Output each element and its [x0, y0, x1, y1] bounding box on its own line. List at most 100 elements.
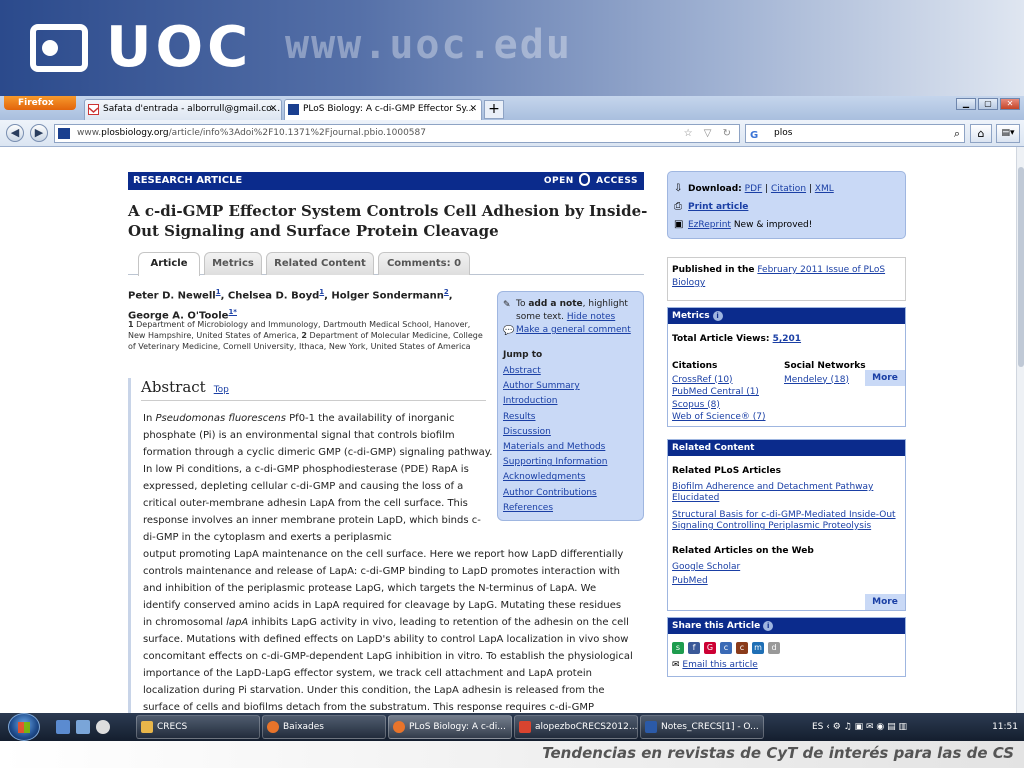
- language-indicator[interactable]: ES: [812, 722, 823, 732]
- author-name: Peter D. Newell: [128, 290, 216, 302]
- info-icon[interactable]: i: [763, 620, 774, 631]
- home-icon[interactable]: ⌂: [970, 124, 992, 143]
- google-bookmarks-icon[interactable]: G: [704, 642, 716, 654]
- tab-gmail[interactable]: Safata d'entrada - alborrull@gmail.co...…: [84, 99, 282, 120]
- vertical-scrollbar[interactable]: [1016, 147, 1024, 713]
- taskbar-item-crecs[interactable]: CRECS: [136, 715, 260, 739]
- pubmed-link[interactable]: PubMed: [668, 576, 905, 587]
- taskbar-item-plos[interactable]: PLoS Biology: A c-di...: [388, 715, 512, 739]
- info-icon[interactable]: i: [712, 310, 723, 321]
- top-link[interactable]: Top: [214, 385, 229, 395]
- related-content-panel: Related Content Related PLoS Articles Bi…: [667, 439, 906, 611]
- system-tray: ES ‹ ⚙ ♫ ▣ ✉ ◉ ▤ ▥: [812, 717, 907, 737]
- web-of-science-link[interactable]: Web of Science® (7): [672, 411, 766, 424]
- url-input[interactable]: www.plosbiology.org/article/info%3Adoi%2…: [54, 124, 740, 143]
- taskbar-label: Baixades: [283, 722, 324, 732]
- abstract-run: Pf0-1 the availability of inorganic phos…: [143, 413, 493, 543]
- share-header: Share this Article i: [668, 618, 905, 634]
- scrollbar-thumb[interactable]: [1018, 167, 1024, 367]
- uoc-logo-text: UOC: [106, 15, 253, 80]
- jump-to-heading: Jump to: [503, 350, 543, 360]
- share-title: Share this Article: [672, 621, 761, 631]
- taskbar-item-alopezbo[interactable]: alopezboCRECS2012...: [514, 715, 638, 739]
- related-plos-link[interactable]: Structural Basis for c-di-GMP-Mediated I…: [668, 510, 905, 532]
- jump-link-abstract[interactable]: Abstract: [503, 364, 638, 379]
- mendeley-share-icon[interactable]: m: [752, 642, 764, 654]
- related-more-button[interactable]: More: [865, 594, 905, 610]
- new-tab-button[interactable]: +: [484, 100, 504, 119]
- author-affil-link[interactable]: 2: [444, 288, 449, 296]
- general-comment-link[interactable]: Make a general comment: [516, 325, 631, 335]
- jump-link-contributions[interactable]: Author Contributions: [503, 486, 638, 501]
- bookmark-star-icon[interactable]: ☆ ▽ ↻: [684, 125, 735, 142]
- start-button-icon[interactable]: [8, 713, 40, 741]
- google-scholar-link[interactable]: Google Scholar: [668, 562, 905, 573]
- connotea-icon[interactable]: c: [736, 642, 748, 654]
- facebook-icon[interactable]: f: [688, 642, 700, 654]
- pdf-link[interactable]: PDF: [745, 184, 763, 194]
- author-affil-link[interactable]: 1*: [228, 308, 237, 316]
- tray-icons[interactable]: ‹ ⚙ ♫ ▣ ✉ ◉ ▤ ▥: [826, 722, 907, 732]
- related-plos-link[interactable]: Biofilm Adherence and Detachment Pathway…: [668, 482, 905, 504]
- close-window-icon[interactable]: ✕: [1000, 98, 1020, 110]
- firefox-menu-button[interactable]: Firefox: [4, 96, 76, 110]
- gene-name: lapA: [226, 617, 249, 628]
- uoc-url-text: www.uoc.edu: [285, 22, 572, 68]
- author-affil-link[interactable]: 1: [216, 288, 221, 296]
- mendeley-link[interactable]: Mendeley (18): [784, 374, 866, 387]
- open-access-badge: OPEN ACCESS: [544, 172, 638, 190]
- hide-notes-link[interactable]: Hide notes: [567, 312, 615, 322]
- forward-icon[interactable]: ▶: [30, 124, 48, 142]
- maximize-icon[interactable]: ▢: [978, 98, 998, 110]
- jump-link-methods[interactable]: Materials and Methods: [503, 440, 638, 455]
- xml-link[interactable]: XML: [815, 184, 834, 194]
- tab-article[interactable]: Article: [138, 252, 200, 276]
- tab-comments[interactable]: Comments: 0: [378, 252, 470, 275]
- word-icon: [645, 721, 657, 733]
- close-icon[interactable]: ✕: [269, 100, 277, 119]
- email-article-link[interactable]: Email this article: [682, 660, 757, 670]
- web-page: RESEARCH ARTICLE OPEN ACCESS A c-di-GMP …: [0, 147, 1024, 713]
- jump-link-author-summary[interactable]: Author Summary: [503, 379, 638, 394]
- jump-link-supporting[interactable]: Supporting Information: [503, 455, 638, 470]
- citation-link[interactable]: Citation: [771, 184, 806, 194]
- reprint-icon: ▣: [674, 219, 684, 230]
- pubmed-central-link[interactable]: PubMed Central (1): [672, 386, 766, 399]
- metrics-more-button[interactable]: More: [865, 370, 905, 386]
- delicious-icon[interactable]: d: [768, 642, 780, 654]
- citeulike-icon[interactable]: c: [720, 642, 732, 654]
- citations-column: Citations CrossRef (10) PubMed Central (…: [672, 360, 766, 424]
- taskbar-item-notes[interactable]: Notes_CRECS[1] - O...: [640, 715, 764, 739]
- tab-related-content[interactable]: Related Content: [266, 252, 374, 275]
- tab-plos[interactable]: PLoS Biology: A c-di-GMP Effector Sy... …: [284, 99, 482, 120]
- stumbleupon-icon[interactable]: s: [672, 642, 684, 654]
- ezreprint-link[interactable]: EzReprint: [688, 220, 731, 230]
- comment-icon: 💬: [503, 326, 515, 336]
- quicklaunch-icon[interactable]: [96, 720, 110, 734]
- jump-link-acknowledgments[interactable]: Acknowledgments: [503, 470, 638, 485]
- scopus-link[interactable]: Scopus (8): [672, 399, 766, 412]
- tab-metrics[interactable]: Metrics: [204, 252, 262, 275]
- back-icon[interactable]: ◀: [6, 124, 24, 142]
- taskbar-label: alopezboCRECS2012...: [535, 722, 638, 732]
- total-views-link[interactable]: 5,201: [773, 334, 801, 344]
- jump-link-references[interactable]: References: [503, 501, 638, 516]
- print-article-link[interactable]: Print article: [688, 202, 748, 212]
- taskbar-item-baixades[interactable]: Baixades: [262, 715, 386, 739]
- search-icon[interactable]: ⌕: [954, 125, 960, 142]
- author-name: Holger Sondermann: [331, 290, 444, 302]
- menu-icon[interactable]: ▤▾: [996, 124, 1020, 143]
- switch-windows-icon[interactable]: [76, 720, 90, 734]
- jump-link-introduction[interactable]: Introduction: [503, 394, 638, 409]
- clock[interactable]: 11:51: [992, 717, 1018, 737]
- share-panel: Share this Article i s f G c c m d ✉ Emai…: [667, 617, 906, 677]
- show-desktop-icon[interactable]: [56, 720, 70, 734]
- jump-link-discussion[interactable]: Discussion: [503, 425, 638, 440]
- close-icon[interactable]: ✕: [469, 100, 477, 119]
- author-affil-link[interactable]: 1: [319, 288, 324, 296]
- related-plos-title: Related PLoS Articles: [672, 466, 781, 476]
- search-input[interactable]: G plos ⌕: [745, 124, 965, 143]
- crossref-link[interactable]: CrossRef (10): [672, 374, 766, 387]
- minimize-icon[interactable]: ▁: [956, 98, 976, 110]
- jump-link-results[interactable]: Results: [503, 410, 638, 425]
